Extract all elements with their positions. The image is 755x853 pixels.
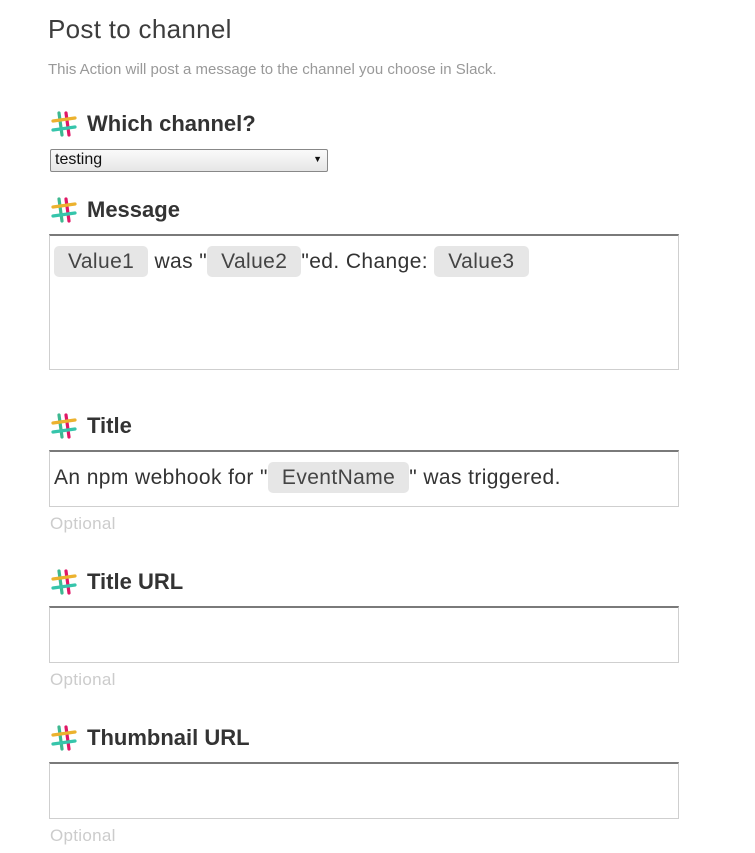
- title-suffix-text: " was triggered.: [409, 465, 561, 489]
- title-input[interactable]: An npm webhook for " EventName " was trigg…: [49, 450, 679, 507]
- message-label-text: Message: [87, 197, 180, 222]
- slack-icon: [51, 725, 77, 751]
- title-url-label-text: Title URL: [87, 569, 184, 594]
- ingredient-pill-value3[interactable]: Value3: [434, 246, 529, 277]
- channel-select[interactable]: testing ▼: [50, 149, 328, 172]
- message-text-was: was ": [148, 249, 208, 273]
- title-optional-hint: Optional: [50, 514, 116, 533]
- thumbnail-url-input[interactable]: [49, 762, 679, 819]
- channel-label-text: Which channel?: [87, 111, 256, 136]
- title-url-optional-hint: Optional: [50, 670, 116, 689]
- page-description: This Action will post a message to the c…: [48, 61, 497, 78]
- channel-field-label: Which channel?: [50, 109, 256, 139]
- title-content: An npm webhook for " EventName " was trigg…: [54, 462, 561, 493]
- message-textarea[interactable]: Value1 was " Value2 "ed. Change: Value3: [49, 234, 679, 370]
- title-field-label: Title: [50, 411, 132, 441]
- slack-icon: [51, 569, 77, 595]
- message-content: Value1 was " Value2 "ed. Change: Value3: [54, 246, 529, 277]
- title-label-text: Title: [87, 413, 132, 438]
- message-field-label: Message: [50, 195, 180, 225]
- thumbnail-url-label-text: Thumbnail URL: [87, 725, 250, 750]
- title-url-input[interactable]: [49, 606, 679, 663]
- slack-icon: [51, 111, 77, 137]
- title-url-field-label: Title URL: [50, 567, 183, 597]
- thumbnail-url-optional-hint: Optional: [50, 826, 116, 845]
- thumbnail-url-field-label: Thumbnail URL: [50, 723, 250, 753]
- message-text-change: "ed. Change:: [301, 249, 435, 273]
- page-title: Post to channel: [48, 14, 232, 44]
- ingredient-pill-eventname[interactable]: EventName: [267, 462, 410, 493]
- slack-icon: [51, 413, 77, 439]
- slack-icon: [51, 197, 77, 223]
- title-prefix-text: An npm webhook for ": [54, 465, 268, 489]
- dropdown-arrow-icon: ▼: [313, 154, 322, 164]
- ingredient-pill-value2[interactable]: Value2: [207, 246, 302, 277]
- channel-select-value: testing: [55, 151, 103, 168]
- ingredient-pill-value1[interactable]: Value1: [54, 246, 149, 277]
